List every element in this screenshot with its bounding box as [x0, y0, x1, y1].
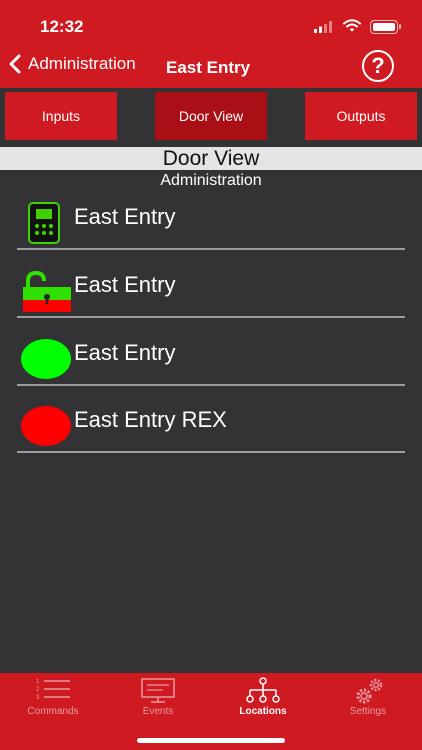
green-status-icon	[21, 339, 71, 379]
view-tabs: Inputs Door View Outputs	[0, 88, 422, 145]
bottom-tab-bar: 1 2 3 Commands Events Locations Settings	[0, 673, 422, 750]
tab-events[interactable]: Events	[113, 673, 203, 723]
navigation-bar: Administration East Entry ?	[0, 48, 422, 88]
tab-commands-label: Commands	[27, 706, 79, 717]
list-item-reader[interactable]: East Entry	[17, 182, 405, 250]
commands-list-icon: 1 2 3	[36, 679, 70, 701]
tab-outputs[interactable]: Outputs	[305, 92, 417, 140]
home-indicator	[137, 738, 285, 743]
svg-text:3: 3	[36, 695, 40, 701]
help-icon[interactable]: ?	[362, 50, 394, 82]
tab-locations-label: Locations	[239, 706, 287, 717]
chevron-left-icon	[9, 54, 21, 74]
page-title: East Entry	[166, 58, 251, 77]
battery-icon	[370, 20, 398, 34]
list-item-lock[interactable]: East Entry	[17, 250, 405, 318]
locations-tree-icon	[246, 677, 280, 703]
list-item-label: East Entry	[74, 340, 176, 365]
settings-gears-icon	[356, 678, 383, 704]
list-item-label: East Entry	[74, 204, 176, 229]
list-item-status-green[interactable]: East Entry	[17, 318, 405, 386]
back-button-label: Administration	[28, 54, 136, 73]
wifi-icon	[343, 19, 361, 32]
battery-tip	[399, 24, 401, 29]
cellular-signal-icon	[314, 21, 332, 33]
tab-settings-label: Settings	[349, 706, 387, 717]
tab-events-label: Events	[142, 706, 174, 717]
status-time: 12:32	[40, 17, 84, 36]
section-title: Door View	[0, 147, 422, 170]
list-item-label: East Entry REX	[74, 407, 227, 432]
tab-door-view[interactable]: Door View	[155, 92, 267, 140]
red-status-icon	[21, 406, 71, 446]
back-button[interactable]: Administration	[8, 54, 136, 74]
svg-text:2: 2	[36, 687, 40, 693]
status-bar: 12:32	[0, 0, 422, 46]
list-item-label: East Entry	[74, 272, 176, 297]
tab-inputs[interactable]: Inputs	[5, 92, 117, 140]
tab-locations[interactable]: Locations	[218, 673, 308, 723]
keypad-reader-icon	[28, 202, 60, 244]
events-monitor-icon	[141, 678, 175, 703]
unlocked-padlock-icon	[23, 270, 71, 312]
tab-commands[interactable]: 1 2 3 Commands	[8, 673, 98, 723]
svg-text:1: 1	[36, 679, 40, 685]
app-header: 12:32 Administration East Entry ?	[0, 0, 422, 88]
list-item-status-red[interactable]: East Entry REX	[17, 385, 405, 453]
tab-settings[interactable]: Settings	[323, 673, 413, 723]
